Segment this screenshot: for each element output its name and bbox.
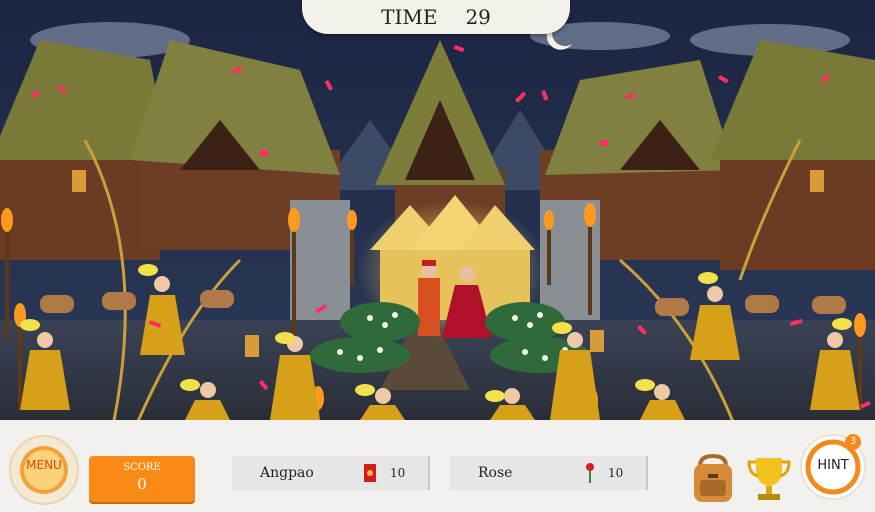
backpack-icon[interactable] xyxy=(688,452,738,506)
timer-label: TIME xyxy=(381,5,438,29)
item-count: 10 xyxy=(608,466,624,480)
hint-label: HINT xyxy=(817,458,849,473)
item-slot-rose: Rose 10 xyxy=(450,456,646,490)
item-divider xyxy=(646,456,648,490)
rose-icon xyxy=(586,463,594,483)
item-divider xyxy=(428,456,430,490)
item-count: 10 xyxy=(390,466,406,480)
timer-value: 29 xyxy=(465,5,491,29)
hint-count-badge: 3 xyxy=(845,434,861,450)
item-name: Rose xyxy=(478,465,513,481)
angpao-icon xyxy=(364,464,376,482)
timer: TIME 29 xyxy=(302,0,570,34)
score-panel: SCORE 0 xyxy=(89,456,195,502)
wedding-scene[interactable] xyxy=(0,0,875,420)
score-value: 0 xyxy=(137,475,147,493)
score-label: SCORE xyxy=(123,462,161,473)
item-slot-angpao: Angpao 10 xyxy=(232,456,428,490)
menu-label: MENU xyxy=(26,458,62,472)
item-name: Angpao xyxy=(260,465,314,481)
trophy-icon[interactable] xyxy=(746,452,792,506)
